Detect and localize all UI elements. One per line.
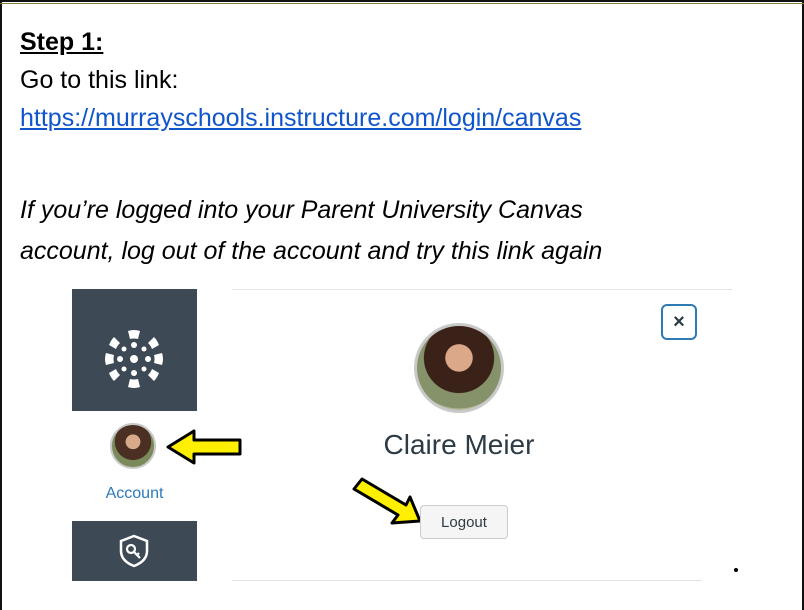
step-title: Step 1: (20, 28, 104, 56)
close-button[interactable]: × (661, 304, 697, 340)
arrow-icon-account (166, 429, 242, 465)
nav-admin-area (72, 521, 197, 581)
profile-avatar (414, 323, 504, 413)
profile-name: Claire Meier (383, 429, 535, 460)
arrow-icon-logout (352, 477, 422, 525)
canvas-login-link-row: https://murrayschools.instructure.com/lo… (20, 104, 581, 133)
screenshot-bottom-divider (232, 580, 702, 581)
canvas-logo-icon (105, 330, 163, 388)
top-border (0, 0, 804, 2)
screenshot-top-divider (232, 289, 732, 290)
nav-logo-area (72, 289, 197, 411)
canvas-account-screenshot: Account × Claire Meier Logout (72, 289, 734, 581)
top-border-accent (0, 3, 804, 4)
shield-icon[interactable] (116, 533, 152, 569)
nav-account-avatar[interactable] (110, 423, 156, 469)
note-line-1: If you’re logged into your Parent Univer… (20, 196, 583, 224)
note-line-2: account, log out of the account and try … (20, 237, 603, 265)
canvas-login-link[interactable]: https://murrayschools.instructure.com/lo… (20, 104, 581, 132)
instruction-text: Go to this link: (20, 66, 179, 94)
trailing-period (734, 568, 738, 572)
nav-account-label[interactable]: Account (72, 485, 197, 503)
logout-button[interactable]: Logout (420, 505, 508, 539)
